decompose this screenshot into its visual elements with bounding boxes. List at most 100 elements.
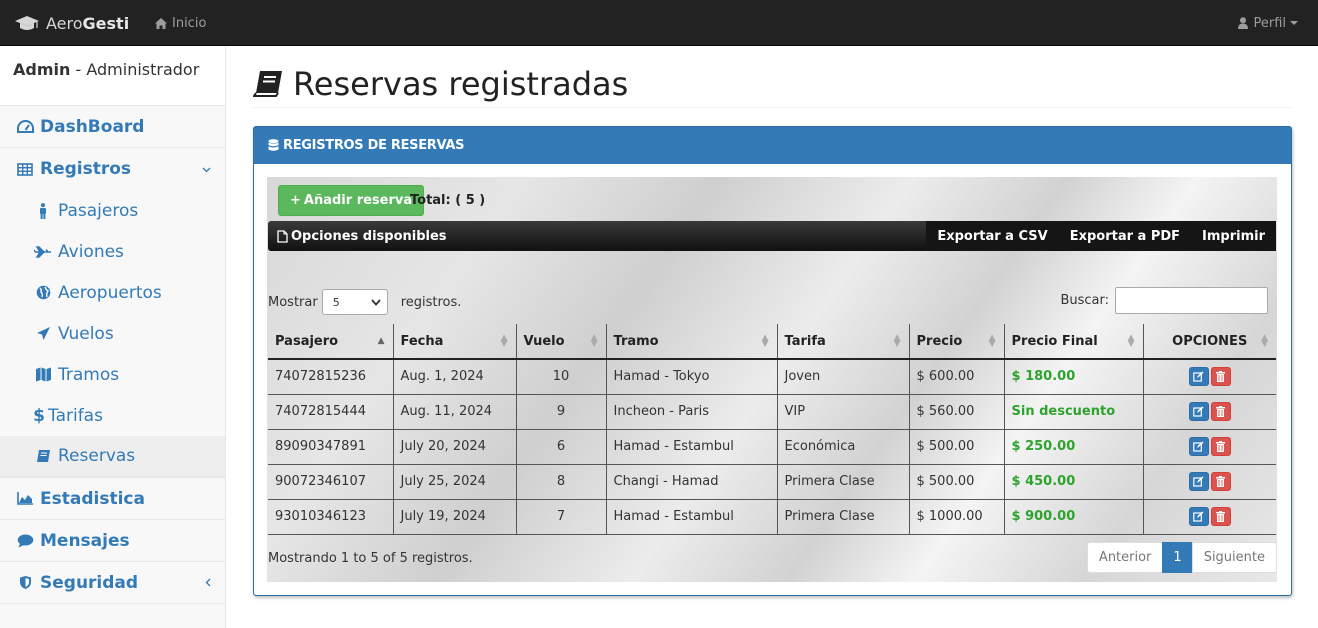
export-buttons: Exportar a CSV Exportar a PDF Imprimir [926, 221, 1276, 251]
nav-profile-dropdown[interactable]: Perfil [1238, 0, 1298, 46]
cell-vuelo: 7 [516, 499, 607, 535]
sort-icon: ▲ ▼ [1261, 333, 1268, 349]
cell-fecha: Aug. 11, 2024 [393, 394, 517, 430]
file-icon [277, 229, 288, 243]
brand-name-light: Aero [46, 13, 83, 33]
pagination-previous[interactable]: Anterior [1086, 542, 1164, 573]
edit-icon [1193, 441, 1204, 452]
sidebar-item-aeropuertos[interactable]: Aeropuertos [0, 272, 225, 313]
search-label: Buscar: [1060, 293, 1109, 308]
sidebar-item-mensajes[interactable]: Mensajes [0, 520, 225, 562]
edit-button[interactable] [1188, 367, 1209, 387]
sidebar-item-pasajeros[interactable]: Pasajeros [0, 190, 225, 231]
column-header-precio[interactable]: Precio ▲ ▼ [909, 324, 1005, 360]
comment-icon [16, 532, 34, 550]
cell-opciones [1143, 394, 1276, 430]
sidebar-item-vuelos[interactable]: Vuelos [0, 313, 225, 354]
delete-button[interactable] [1210, 402, 1231, 421]
search-control: Buscar: [1060, 287, 1268, 314]
cell-precio: $ 560.00 [909, 394, 1005, 430]
column-header-vuelo[interactable]: Vuelo ▲ ▼ [516, 324, 607, 360]
sidebar-item-label: Reservas [58, 446, 136, 466]
table-row: 74072815236 Aug. 1, 2024 10 Hamad - Tokyo Jo… [268, 359, 1276, 395]
cell-tarifa: Primera Clase [777, 464, 910, 500]
delete-button[interactable] [1210, 367, 1231, 387]
edit-button[interactable] [1188, 472, 1209, 491]
page-header: Reservas registradas [253, 60, 1291, 108]
cell-tramo: Hamad - Tokyo [606, 359, 778, 395]
delete-button[interactable] [1210, 472, 1231, 491]
cell-precio-final: $ 250.00 [1004, 429, 1144, 465]
main-content: Reservas registradas REGISTROS DE RESERV… [226, 46, 1318, 628]
sidebar-item-reservas[interactable]: Reservas [0, 436, 225, 477]
export-pdf-button[interactable]: Exportar a PDF [1059, 221, 1191, 251]
add-reserva-button[interactable]: + Añadir reserva [278, 185, 425, 216]
export-csv-button[interactable]: Exportar a CSV [926, 221, 1058, 251]
sort-icon: ▲ ▼ [1127, 333, 1135, 349]
cell-tramo: Hamad - Estambul [606, 429, 778, 465]
cell-tarifa: Primera Clase [777, 499, 910, 535]
plus-icon: + [290, 193, 301, 208]
column-header-pasajero[interactable]: Pasajero ▲ [268, 324, 394, 360]
cell-precio: $ 500.00 [909, 464, 1005, 500]
globe-icon [34, 284, 52, 302]
dollar-icon: $ [33, 405, 45, 426]
column-header-tramo[interactable]: Tramo ▲ ▼ [606, 324, 778, 360]
delete-button[interactable] [1210, 507, 1231, 526]
cell-tramo: Incheon - Paris [606, 394, 778, 430]
table-header-row: Pasajero ▲ Fecha ▲ ▼ Vuelo ▲ ▼ Tramo ▲ ▼ Tarifa… [268, 324, 1276, 360]
column-header-precio-final[interactable]: Precio Final ▲ ▼ [1004, 324, 1144, 360]
options-title-text: Opciones disponibles [291, 228, 447, 244]
sidebar-item-label: Tarifas [48, 405, 103, 426]
edit-icon [1193, 371, 1204, 382]
trash-icon [1216, 406, 1226, 417]
page-length-control: Mostrar 5 registros. [268, 289, 461, 315]
sidebar-item-seguridad[interactable]: Seguridad [0, 562, 225, 604]
table-row: 89090347891 July 20, 2024 6 Hamad - Estambu… [268, 429, 1276, 465]
records-label: registros. [400, 294, 462, 310]
panel-title: REGISTROS DE RESERVAS [283, 138, 465, 153]
sidebar-item-aviones[interactable]: Aviones [0, 231, 225, 272]
registros-submenu: Pasajeros Aviones Aeropuertos Vuelos Tra… [0, 190, 225, 478]
sidebar-item-tarifas[interactable]: $ Tarifas [0, 395, 225, 436]
edit-button[interactable] [1188, 437, 1209, 456]
sidebar-item-label: Seguridad [40, 572, 139, 593]
sidebar-item-registros[interactable]: Registros [0, 148, 225, 190]
column-header-tarifa[interactable]: Tarifa ▲ ▼ [777, 324, 910, 360]
sidebar-item-tramos[interactable]: Tramos [0, 354, 225, 395]
cell-pasajero: 93010346123 [268, 499, 394, 535]
chevron-down-icon [202, 162, 211, 176]
brand-logo[interactable]: Aero Gesti [14, 0, 129, 46]
datatable-wrapper: + Añadir reserva Total: ( 5 ) Opciones d… [267, 177, 1277, 582]
cell-pasajero: 90072346107 [268, 464, 394, 500]
search-input[interactable] [1115, 287, 1268, 314]
delete-button[interactable] [1210, 437, 1231, 456]
dashboard-icon [16, 118, 34, 136]
book-icon [253, 71, 282, 97]
nav-home-link[interactable]: Inicio [155, 0, 206, 46]
column-header-fecha[interactable]: Fecha ▲ ▼ [393, 324, 517, 360]
nav-profile-label: Perfil [1253, 15, 1286, 31]
pagination-next[interactable]: Siguiente [1191, 542, 1277, 573]
sidebar-item-label: Registros [40, 159, 132, 179]
trash-icon [1216, 511, 1226, 522]
cell-opciones [1143, 464, 1276, 500]
cell-precio-final: Sin descuento [1004, 394, 1144, 430]
edit-button[interactable] [1188, 402, 1209, 421]
brand-name-bold: Gesti [82, 13, 130, 33]
cell-precio: $ 500.00 [909, 429, 1005, 465]
add-reserva-label: Añadir reserva [303, 193, 413, 208]
sidebar-user: Admin - Administrador [0, 46, 225, 106]
page-length-select[interactable]: 5 [321, 289, 388, 315]
sidebar-item-dashboard[interactable]: DashBoard [0, 106, 225, 148]
sidebar-item-estadistica[interactable]: Estadistica [0, 478, 225, 520]
print-button[interactable]: Imprimir [1191, 221, 1276, 251]
database-icon [268, 139, 279, 151]
cell-tarifa: Joven [777, 359, 910, 395]
plane-icon [34, 243, 52, 261]
cell-precio-final: $ 900.00 [1004, 499, 1144, 535]
edit-button[interactable] [1188, 507, 1209, 526]
table-row: 74072815444 Aug. 11, 2024 9 Incheon - Paris… [268, 394, 1276, 430]
column-header-opciones[interactable]: OPCIONES ▲ ▼ [1143, 324, 1276, 360]
pagination-page-1[interactable]: 1 [1162, 542, 1193, 573]
